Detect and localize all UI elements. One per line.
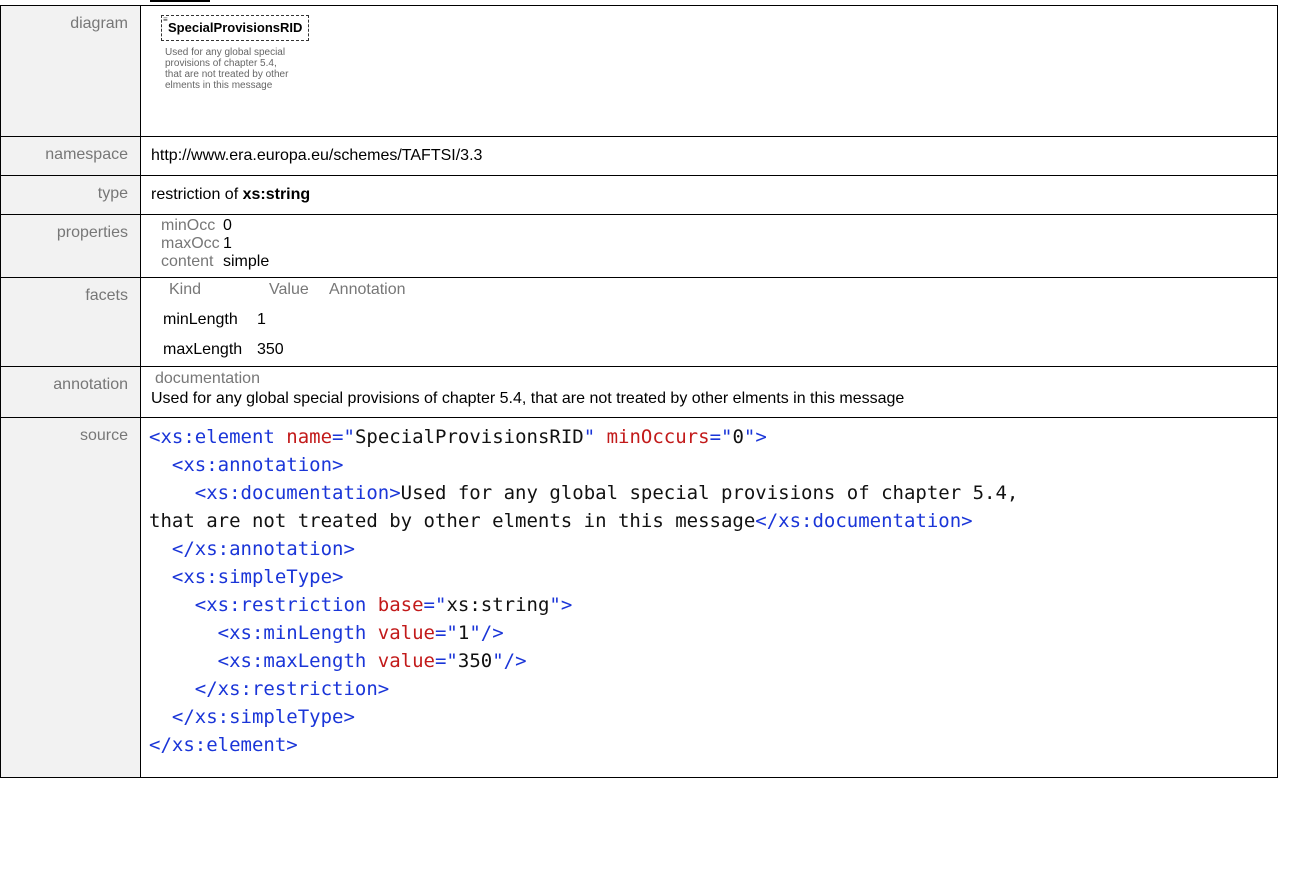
source-token: "/>	[492, 650, 527, 672]
properties-cell: minOcc 0 maxOcc 1 content simple	[140, 214, 1278, 278]
element-diagram-name: SpecialProvisionsRID	[168, 20, 303, 35]
type-base: xs:string	[242, 186, 311, 203]
source-line: <xs:restriction base="xs:string">	[149, 591, 1269, 619]
source-line: <xs:annotation>	[149, 451, 1269, 479]
diagram-label: diagram	[0, 5, 141, 137]
source-label: source	[0, 417, 141, 778]
namespace-label: namespace	[0, 136, 141, 176]
source-token: base	[377, 594, 424, 616]
source-token: <xs:maxLength	[149, 650, 378, 672]
element-diagram-description: Used for any global special provisions o…	[165, 47, 289, 91]
facet-row: maxLength 350	[163, 340, 1267, 360]
source-token: </xs:annotation>	[149, 538, 355, 560]
element-documentation-table: diagram ≡ SpecialProvisionsRID Used for …	[0, 5, 1278, 778]
source-line: </xs:annotation>	[149, 535, 1269, 563]
properties-row: properties minOcc 0 maxOcc 1 content simple	[0, 214, 1278, 278]
source-token: <xs:element	[149, 426, 287, 448]
facets-header: Kind Value Annotation	[169, 280, 1267, 300]
facets-header-annotation: Annotation	[329, 281, 406, 298]
annotation-kind: documentation	[155, 370, 260, 387]
namespace-row: namespace http://www.era.europa.eu/schem…	[0, 136, 1278, 176]
property-key: minOcc	[161, 217, 216, 234]
source-token: xs:string	[446, 594, 550, 616]
source-token: <xs:documentation>	[149, 482, 401, 504]
source-token: value	[377, 650, 435, 672]
type-prefix: restriction of	[151, 186, 243, 203]
facets-row: facets Kind Value Annotation minLength 1…	[0, 277, 1278, 367]
source-token: 350	[457, 650, 493, 672]
source-token: that are not treated by other elments in…	[149, 510, 756, 532]
facets-header-value: Value	[269, 281, 309, 298]
source-token: ="	[332, 426, 355, 448]
element-diagram-box[interactable]: ≡ SpecialProvisionsRID	[161, 15, 310, 41]
namespace-value: http://www.era.europa.eu/schemes/TAFTSI/…	[140, 136, 1278, 176]
source-token: ">	[549, 594, 573, 616]
source-token: <xs:restriction	[149, 594, 378, 616]
facets-label: facets	[0, 277, 141, 367]
property-value: 0	[223, 217, 232, 234]
source-row: source <xs:element name="SpecialProvisio…	[0, 417, 1278, 778]
source-token: 0	[732, 426, 744, 448]
source-cell: <xs:element name="SpecialProvisionsRID" …	[140, 417, 1278, 778]
source-line: </xs:restriction>	[149, 675, 1269, 703]
property-key: content	[161, 253, 214, 270]
property-value: simple	[223, 253, 270, 270]
facet-value: 1	[257, 311, 266, 328]
annotation-row: annotation documentation Used for any gl…	[0, 366, 1278, 418]
source-token: Used for any global special provisions o…	[400, 482, 1019, 504]
annotation-text: Used for any global special provisions o…	[151, 390, 905, 407]
source-line: </xs:simpleType>	[149, 703, 1269, 731]
source-line: <xs:maxLength value="350"/>	[149, 647, 1269, 675]
source-token: SpecialProvisionsRID	[354, 426, 584, 448]
source-line: <xs:element name="SpecialProvisionsRID" …	[149, 423, 1269, 451]
source-token: 1	[457, 622, 470, 644]
diagram-row: diagram ≡ SpecialProvisionsRID Used for …	[0, 5, 1278, 137]
annotation-label: annotation	[0, 366, 141, 418]
list-icon: ≡	[163, 15, 168, 24]
facets-cell: Kind Value Annotation minLength 1 maxLen…	[140, 277, 1278, 367]
source-token: "	[583, 426, 607, 448]
facet-row: minLength 1	[163, 310, 1267, 330]
property-value: 1	[223, 235, 232, 252]
source-token: ="	[434, 650, 458, 672]
property-key: maxOcc	[161, 235, 220, 252]
source-token: "/>	[469, 622, 504, 644]
source-code: <xs:element name="SpecialProvisionsRID" …	[149, 423, 1269, 759]
source-token: </xs:restriction>	[149, 678, 390, 700]
source-token: value	[377, 622, 435, 644]
source-token: ="	[709, 426, 733, 448]
type-row: type restriction of xs:string	[0, 175, 1278, 215]
type-value: restriction of xs:string	[140, 175, 1278, 215]
properties-label: properties	[0, 214, 141, 278]
source-line: that are not treated by other elments in…	[149, 507, 1269, 535]
source-token: ="	[434, 622, 458, 644]
source-token: </xs:element>	[149, 734, 298, 756]
facets-header-kind: Kind	[169, 281, 202, 298]
source-token: </xs:documentation>	[755, 510, 973, 532]
source-token: ">	[743, 426, 767, 448]
type-label: type	[0, 175, 141, 215]
diagram-cell: ≡ SpecialProvisionsRID Used for any glob…	[140, 5, 1278, 137]
source-token: <xs:simpleType>	[149, 566, 344, 588]
source-token: <xs:minLength	[149, 622, 378, 644]
facets-table: Kind Value Annotation minLength 1 maxLen…	[163, 280, 1267, 360]
source-line: <xs:documentation>Used for any global sp…	[149, 479, 1269, 507]
source-token: ="	[423, 594, 447, 616]
facet-value: 350	[257, 341, 284, 358]
source-token: minOccurs	[606, 426, 710, 448]
properties-grid: minOcc 0 maxOcc 1 content simple	[161, 217, 1267, 271]
source-token: </xs:simpleType>	[149, 706, 355, 728]
annotation-cell: documentation Used for any global specia…	[140, 366, 1278, 418]
source-token: name	[286, 426, 333, 448]
facet-kind: maxLength	[163, 341, 243, 358]
source-token: <xs:annotation>	[149, 454, 344, 476]
facet-kind: minLength	[163, 311, 238, 328]
source-line: </xs:element>	[149, 731, 1269, 759]
source-line: <xs:minLength value="1"/>	[149, 619, 1269, 647]
source-line: <xs:simpleType>	[149, 563, 1269, 591]
